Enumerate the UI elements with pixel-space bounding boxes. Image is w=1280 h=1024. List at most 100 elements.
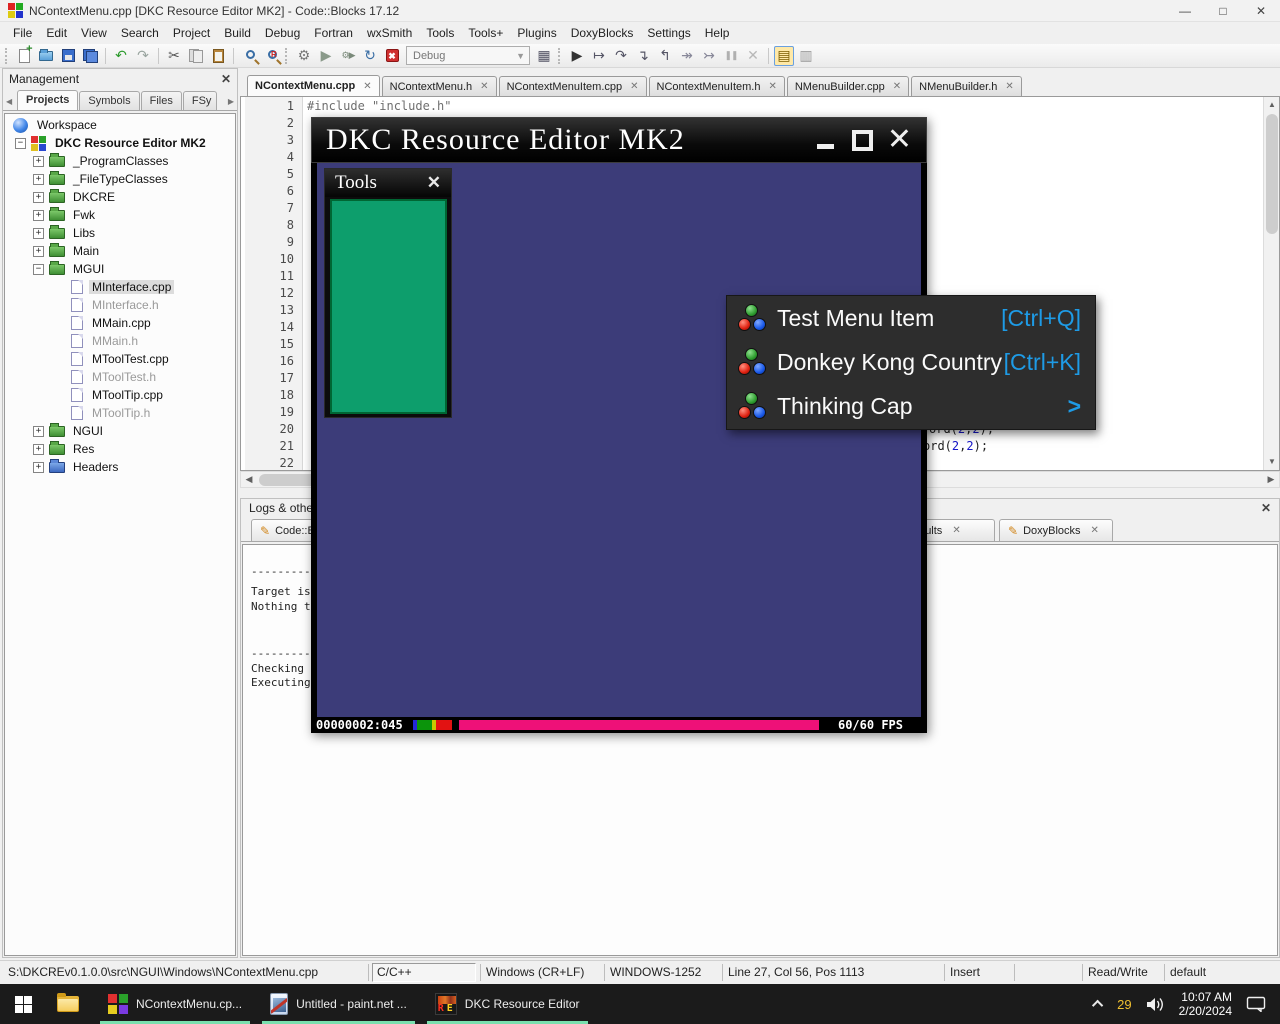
logs-tab-doxyblocks[interactable]: ✎DoxyBlocks✕ [999,519,1113,541]
dkc-canvas[interactable]: Tools ✕ [311,163,927,717]
editor-tab-nmenubuilder-h[interactable]: NMenuBuilder.h✕ [911,76,1022,96]
menu-build[interactable]: Build [217,23,258,43]
maximize-icon[interactable]: □ [1204,0,1242,22]
step-into-icon[interactable]: ↴ [633,46,653,66]
menu-doxyblocks[interactable]: DoxyBlocks [564,23,641,43]
replace-icon[interactable] [261,46,281,66]
copy-icon[interactable] [186,46,206,66]
run-to-cursor-icon[interactable]: ↦ [589,46,609,66]
scroll-down-icon[interactable]: ▼ [1264,454,1280,470]
editor-tab-ncontextmenu-h[interactable]: NContextMenu.h✕ [382,76,497,96]
save-icon[interactable] [58,46,78,66]
next-line-icon[interactable]: ↷ [611,46,631,66]
menu-plugins[interactable]: Plugins [510,23,563,43]
undo-icon[interactable]: ↶ [111,46,131,66]
expand-icon[interactable]: + [33,462,44,473]
menu-tools[interactable]: Tools [419,23,461,43]
menu-fortran[interactable]: Fortran [307,23,360,43]
new-file-icon[interactable] [14,46,34,66]
tray-badge[interactable]: 29 [1117,997,1131,1012]
management-close-icon[interactable]: ✕ [221,72,231,86]
dkc-titlebar[interactable]: DKC Resource Editor MK2 ✕ [311,117,927,163]
compiler-settings-icon[interactable]: ▦ [534,46,554,66]
expand-icon[interactable]: + [33,228,44,239]
rebuild-icon[interactable]: ↻ [360,46,380,66]
tree-item-mgui[interactable]: −MGUI [5,260,235,278]
taskbar-button-dkc-resource-editor[interactable]: REDKC Resource Editor [425,984,590,1024]
menu-settings[interactable]: Settings [640,23,697,43]
tabs-scroll-right-icon[interactable]: ▶ [228,97,234,106]
tree-item-mtooltip-h[interactable]: MToolTip.h [5,404,235,422]
clock[interactable]: 10:07 AM 2/20/2024 [1179,990,1232,1018]
tab-close-icon[interactable]: ✕ [630,81,638,92]
menu-view[interactable]: View [74,23,114,43]
dkc-maximize-icon[interactable] [852,130,873,151]
tree-item-programclasses[interactable]: +_ProgramClasses [5,152,235,170]
close-icon[interactable]: ✕ [1242,0,1280,22]
build-and-run-icon[interactable]: ⚙▶ [338,46,358,66]
tools-swatch[interactable] [330,199,447,414]
stop-debugger-icon[interactable]: ✕ [743,46,763,66]
logs-close-icon[interactable]: ✕ [1261,501,1271,515]
tree-item-res[interactable]: +Res [5,440,235,458]
scroll-right-icon[interactable]: ▶ [1263,472,1279,488]
tab-close-icon[interactable]: ✕ [480,81,488,92]
tab-close-icon[interactable]: ✕ [893,81,901,92]
minimize-icon[interactable]: — [1166,0,1204,22]
tabs-scroll-left-icon[interactable]: ◀ [6,97,12,106]
menu-help[interactable]: Help [698,23,737,43]
editor-vertical-scrollbar[interactable]: ▲ ▼ [1263,97,1279,470]
notification-icon[interactable] [1246,996,1266,1012]
taskbar-button-ncontextmenu-cp[interactable]: NContextMenu.cp... [98,984,252,1024]
tools-titlebar[interactable]: Tools ✕ [325,169,451,197]
context-menu-item-test-menu-item[interactable]: Test Menu Item[Ctrl+Q] [727,296,1095,340]
tree-item-libs[interactable]: +Libs [5,224,235,242]
tree-item-minterface-cpp[interactable]: MInterface.cpp [5,278,235,296]
build-target-select[interactable]: Debug▼ [406,46,530,65]
file-explorer-button[interactable] [46,984,90,1024]
scroll-left-icon[interactable]: ◀ [241,472,257,488]
tree-item-dkc-resource-editor-mk2[interactable]: −DKC Resource Editor MK2 [5,134,235,152]
tab-fsy[interactable]: FSy [183,91,217,110]
tree-item-filetypeclasses[interactable]: +_FileTypeClasses [5,170,235,188]
tab-close-icon[interactable]: ✕ [1005,81,1013,92]
cut-icon[interactable]: ✂ [164,46,184,66]
collapse-icon[interactable]: − [33,264,44,275]
abort-build-icon[interactable]: ✖ [382,46,402,66]
expand-icon[interactable]: + [33,444,44,455]
editor-tab-ncontextmenuitem-h[interactable]: NContextMenuItem.h✕ [649,76,785,96]
editor-tab-ncontextmenu-cpp[interactable]: NContextMenu.cpp✕ [247,75,380,96]
menu-edit[interactable]: Edit [39,23,74,43]
scroll-up-icon[interactable]: ▲ [1264,97,1280,113]
editor-tab-nmenubuilder-cpp[interactable]: NMenuBuilder.cpp✕ [787,76,909,96]
tree-item-mtooltip-cpp[interactable]: MToolTip.cpp [5,386,235,404]
tree-item-fwk[interactable]: +Fwk [5,206,235,224]
tree-item-main[interactable]: +Main [5,242,235,260]
tab-files[interactable]: Files [141,91,182,110]
open-file-icon[interactable] [36,46,56,66]
redo-icon[interactable]: ↷ [133,46,153,66]
tree-item-headers[interactable]: +Headers [5,458,235,476]
paste-icon[interactable] [208,46,228,66]
menu-file[interactable]: File [6,23,39,43]
expand-icon[interactable]: + [33,156,44,167]
debug-continue-icon[interactable]: ▶ [567,46,587,66]
context-menu-item-thinking-cap[interactable]: Thinking Cap> [727,384,1095,428]
expand-icon[interactable]: + [33,174,44,185]
tree-item-mmain-h[interactable]: MMain.h [5,332,235,350]
tree-item-workspace[interactable]: Workspace [5,116,235,134]
menu-wxsmith[interactable]: wxSmith [360,23,419,43]
tab-close-icon[interactable]: ✕ [1091,525,1099,536]
tree-item-minterface-h[interactable]: MInterface.h [5,296,235,314]
debugging-windows-icon[interactable]: ▤ [774,46,794,66]
tree-item-mmain-cpp[interactable]: MMain.cpp [5,314,235,332]
vscroll-thumb[interactable] [1266,114,1278,234]
expand-icon[interactable]: + [33,192,44,203]
tree-item-dkcre[interactable]: +DKCRE [5,188,235,206]
break-debugger-icon[interactable]: ❚❚ [721,46,741,66]
menu-tools[interactable]: Tools+ [461,23,510,43]
save-all-icon[interactable] [80,46,100,66]
menu-project[interactable]: Project [166,23,217,43]
start-button[interactable] [0,984,46,1024]
expand-icon[interactable]: + [33,426,44,437]
